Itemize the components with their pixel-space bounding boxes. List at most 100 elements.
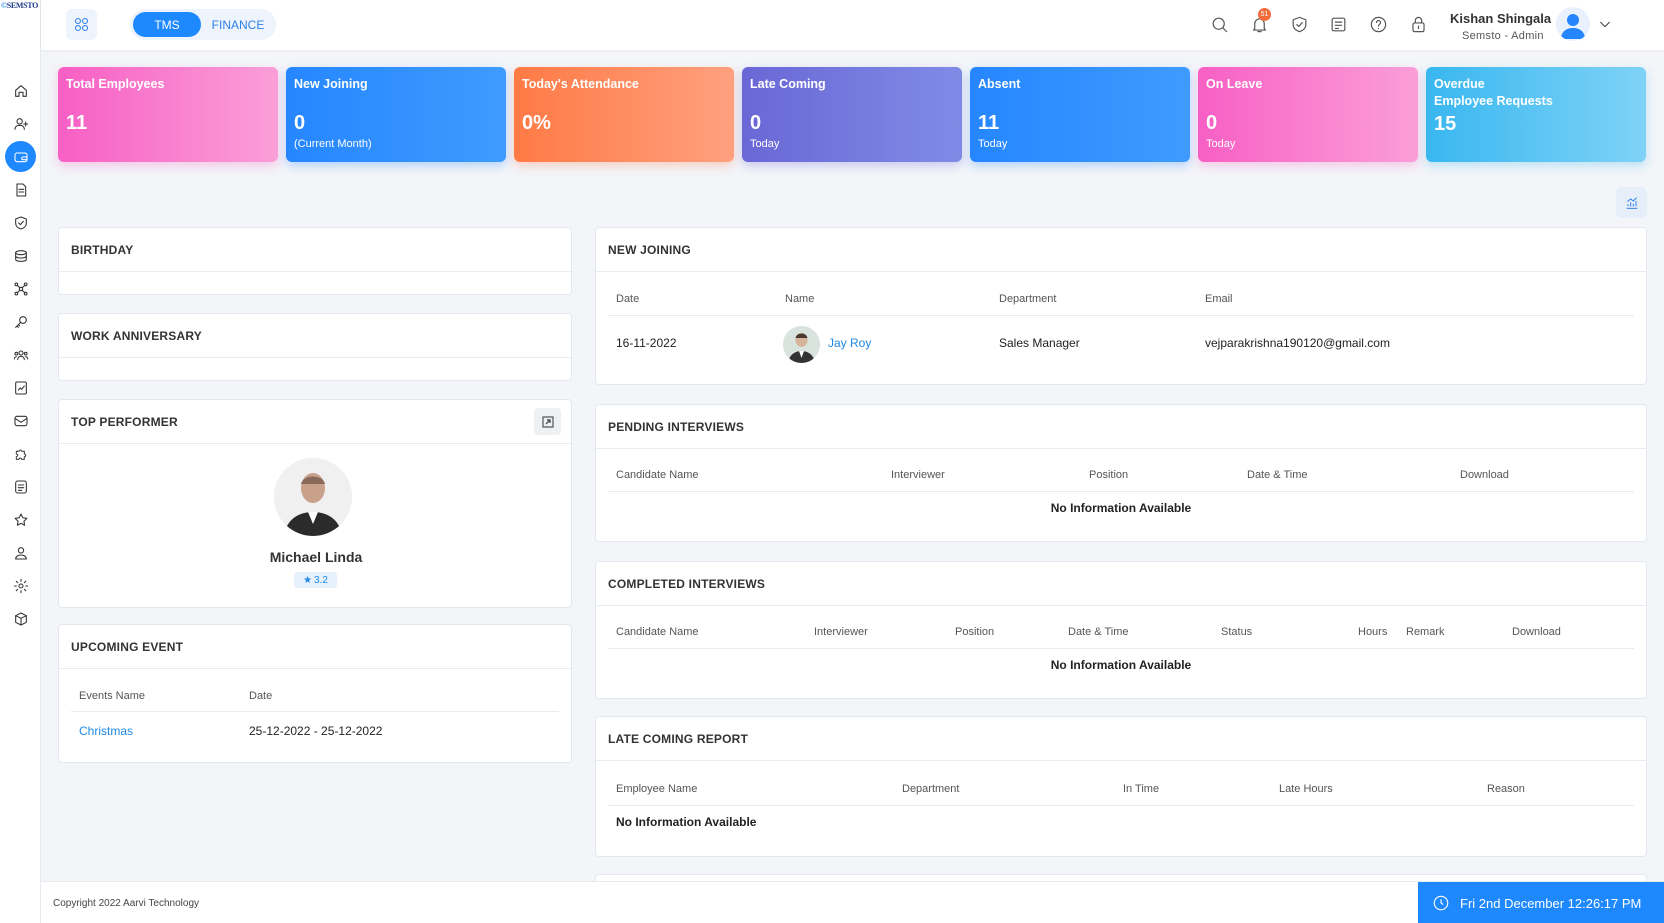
stat-card-absent[interactable]: Absent 11 Today bbox=[970, 67, 1190, 162]
module-tab-finance[interactable]: FINANCE bbox=[208, 12, 268, 37]
panel-title: NEW JOINING bbox=[596, 228, 1646, 272]
sidebar-item-list[interactable] bbox=[5, 471, 36, 502]
pending-interviews-panel: PENDING INTERVIEWS Candidate Name Interv… bbox=[595, 404, 1647, 542]
stat-card-new-joining[interactable]: New Joining 0 (Current Month) bbox=[286, 67, 506, 162]
empty-state: No Information Available bbox=[1050, 501, 1192, 515]
sidebar-item-star[interactable] bbox=[5, 504, 36, 535]
column-header: Download bbox=[1460, 469, 1509, 481]
home-icon bbox=[14, 84, 27, 97]
employee-name-link[interactable]: Jay Roy bbox=[828, 336, 871, 350]
stat-title: Total Employees bbox=[66, 77, 165, 91]
user-name: Kishan Shingala bbox=[1450, 11, 1552, 26]
column-header: Interviewer bbox=[891, 469, 945, 481]
sidebar-item-briefcase[interactable] bbox=[5, 240, 36, 271]
stat-card-total-employees[interactable]: Total Employees 11 bbox=[58, 67, 278, 162]
top-performer-panel: TOP PERFORMER Michael Linda ★ 3.2 bbox=[58, 399, 572, 608]
column-header: Position bbox=[955, 626, 995, 638]
top-bar: TMS FINANCE 51 Kishan Shingala Semsto - … bbox=[41, 0, 1664, 50]
column-header: Events Name bbox=[79, 690, 146, 702]
column-header: Position bbox=[1089, 469, 1129, 481]
document-icon bbox=[15, 182, 26, 197]
sidebar-item-wallet[interactable] bbox=[5, 141, 36, 172]
box-icon bbox=[14, 611, 27, 626]
app-grid-button[interactable] bbox=[66, 9, 97, 40]
column-header: Remark bbox=[1406, 626, 1445, 638]
joining-date: 16-11-2022 bbox=[616, 336, 677, 350]
sidebar-item-network[interactable] bbox=[5, 273, 36, 304]
column-header: Email bbox=[1205, 293, 1233, 305]
event-date: 25-12-2022 - 25-12-2022 bbox=[249, 724, 383, 738]
key-icon bbox=[14, 315, 27, 328]
column-header: Date bbox=[249, 690, 273, 702]
stat-title: Today's Attendance bbox=[522, 77, 639, 91]
stat-subtitle: Today bbox=[1206, 138, 1236, 150]
notes-button[interactable] bbox=[1326, 12, 1350, 36]
stat-subtitle: Today bbox=[978, 138, 1008, 150]
mail-icon bbox=[13, 415, 28, 426]
sidebar-item-settings[interactable] bbox=[5, 570, 36, 601]
column-header: Candidate Name bbox=[616, 469, 699, 481]
column-header: Status bbox=[1221, 626, 1253, 638]
sidebar-item-key[interactable] bbox=[5, 306, 36, 337]
lock-icon bbox=[1411, 16, 1425, 32]
sidebar-item-home[interactable] bbox=[5, 75, 36, 106]
column-header: Date & Time bbox=[1247, 469, 1308, 481]
user-add-icon bbox=[13, 117, 28, 130]
stat-title: Overdue bbox=[1434, 77, 1485, 91]
sidebar-item-shield[interactable] bbox=[5, 207, 36, 238]
stat-title: Absent bbox=[978, 77, 1021, 91]
column-header: Employee Name bbox=[616, 783, 698, 795]
analytics-button[interactable] bbox=[1616, 187, 1647, 218]
stat-card-on-leave[interactable]: On Leave 0 Today bbox=[1198, 67, 1418, 162]
sidebar-item-users[interactable] bbox=[5, 339, 36, 370]
search-button[interactable] bbox=[1207, 12, 1231, 36]
datetime-text: Fri 2nd December 12:26:17 PM bbox=[1460, 895, 1642, 911]
employee-email: vejparakrishna190120@gmail.com bbox=[1205, 336, 1390, 350]
approvals-button[interactable] bbox=[1287, 12, 1311, 36]
brand-logo[interactable]: ©SEMSTO bbox=[1, 1, 38, 10]
column-header: Department bbox=[902, 783, 960, 795]
list-icon bbox=[14, 479, 27, 494]
sidebar-item-user-add[interactable] bbox=[5, 108, 36, 139]
empty-state: No Information Available bbox=[616, 815, 757, 829]
stat-subtitle: (Current Month) bbox=[294, 138, 372, 150]
stat-value: 0 bbox=[294, 112, 306, 134]
sidebar-item-puzzle[interactable] bbox=[5, 438, 36, 469]
stat-value: 11 bbox=[66, 112, 88, 134]
star-icon: ★ bbox=[303, 574, 313, 586]
panel-title: COMPLETED INTERVIEWS bbox=[596, 562, 1646, 606]
stat-subtitle: Today bbox=[750, 138, 780, 150]
users-icon bbox=[13, 349, 28, 360]
sidebar-item-user[interactable] bbox=[5, 537, 36, 568]
user-menu-toggle[interactable] bbox=[1597, 16, 1613, 32]
open-top-performer-button[interactable] bbox=[534, 408, 561, 435]
star-icon bbox=[14, 512, 27, 526]
module-tab-tms[interactable]: TMS bbox=[133, 12, 201, 37]
grid-icon bbox=[74, 17, 89, 32]
avatar[interactable] bbox=[1556, 7, 1590, 41]
sidebar-item-report[interactable] bbox=[5, 372, 36, 403]
sidebar-item-document[interactable] bbox=[5, 174, 36, 205]
module-switcher: TMS FINANCE bbox=[130, 9, 276, 40]
stat-value: 11 bbox=[978, 112, 1000, 134]
lock-button[interactable] bbox=[1406, 12, 1430, 36]
event-name-link[interactable]: Christmas bbox=[79, 724, 133, 738]
panel-title: PENDING INTERVIEWS bbox=[596, 405, 1646, 449]
search-icon bbox=[1212, 17, 1227, 32]
stat-title: Late Coming bbox=[750, 77, 826, 91]
gear-icon bbox=[13, 578, 28, 593]
user-icon bbox=[14, 546, 27, 560]
sidebar-item-mail[interactable] bbox=[5, 405, 36, 436]
column-header: Date bbox=[616, 293, 640, 305]
stat-card-todays-attendance[interactable]: Today's Attendance 0% bbox=[514, 67, 734, 162]
notifications-button[interactable]: 51 bbox=[1247, 8, 1271, 36]
help-button[interactable] bbox=[1366, 12, 1390, 36]
panel-title: TOP PERFORMER bbox=[59, 400, 571, 444]
stat-card-overdue-requests[interactable]: Overdue Employee Requests 15 bbox=[1426, 67, 1646, 162]
stat-card-late-coming[interactable]: Late Coming 0 Today bbox=[742, 67, 962, 162]
copyright-text: Copyright 2022 Aarvi Technology bbox=[53, 898, 200, 909]
panel-title: LATE COMING REPORT bbox=[596, 717, 1646, 761]
birthday-panel: BIRTHDAY bbox=[58, 227, 572, 295]
sidebar-item-box[interactable] bbox=[5, 603, 36, 634]
work-anniversary-panel: WORK ANNIVERSARY bbox=[58, 313, 572, 381]
